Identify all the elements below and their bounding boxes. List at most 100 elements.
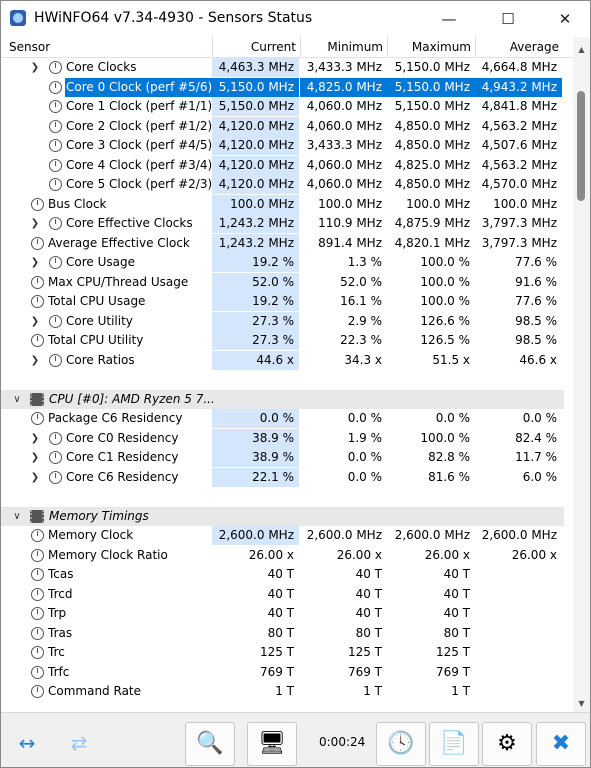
sensor-row-selected[interactable]: Core 0 Clock (perf #5/6) 5,150.0 MHz 4,8…: [1, 77, 564, 98]
sensor-label: Core C0 Residency: [66, 430, 179, 445]
current-value: 40 T: [212, 565, 299, 584]
chevron-down-icon[interactable]: ∨: [11, 507, 23, 526]
sensor-row[interactable]: ❯ Core Effective Clocks 1,243.2 MHz 110.…: [1, 214, 564, 234]
average-value: [475, 682, 562, 701]
sensor-label: Core 4 Clock (perf #3/4): [66, 157, 213, 172]
sensor-label: Core Clocks: [66, 60, 137, 74]
sensor-row[interactable]: ❯ Core Utility 27.3 % 2.9 % 126.6 % 98.5…: [1, 311, 564, 332]
current-column-header[interactable]: Current: [212, 37, 300, 57]
sensor-row[interactable]: ❯ Core C6 Residency 22.1 % 0.0 % 81.6 % …: [1, 467, 564, 488]
minimize-button[interactable]: —: [426, 1, 472, 37]
sensor-row[interactable]: Package C6 Residency 0.0 % 0.0 % 0.0 % 0…: [1, 409, 564, 429]
current-value: 26.00 x: [212, 545, 299, 565]
sensor-row[interactable]: ❯ Core C0 Residency 38.9 % 1.9 % 100.0 %…: [1, 428, 564, 449]
gear-icon[interactable]: ⚙: [482, 722, 532, 766]
clock-icon[interactable]: 🕓: [376, 722, 426, 766]
search-icon[interactable]: 🔍: [185, 722, 235, 766]
sensor-row[interactable]: Bus Clock 100.0 MHz 100.0 MHz 100.0 MHz …: [1, 194, 564, 215]
scroll-down-icon[interactable]: ▼: [573, 699, 590, 708]
sensor-row[interactable]: Total CPU Utility 27.3 % 22.3 % 126.5 % …: [1, 331, 564, 351]
maximize-button[interactable]: ☐: [485, 1, 531, 37]
sensor-label: Trp: [48, 606, 67, 620]
chevron-right-icon[interactable]: ❯: [29, 429, 41, 448]
close-icon[interactable]: ✖: [536, 722, 586, 766]
sensor-row[interactable]: Tcas 40 T 40 T 40 T: [1, 565, 564, 585]
sensor-grid[interactable]: ❯ Core Clocks 4,463.3 MHz 3,433.3 MHz 5,…: [1, 58, 573, 712]
chevron-right-icon[interactable]: ❯: [29, 448, 41, 467]
sensor-row[interactable]: Total CPU Usage 19.2 % 16.1 % 100.0 % 77…: [1, 292, 564, 312]
minimum-value: 2,600.0 MHz: [306, 528, 382, 542]
minimum-column-header[interactable]: Minimum: [300, 37, 387, 57]
clock-icon: [31, 587, 44, 601]
sensor-row[interactable]: Trfc 769 T 769 T 769 T: [1, 662, 564, 683]
maximum-value: 26.00 x: [424, 547, 470, 562]
sensor-label: Core 1 Clock (perf #1/1): [66, 99, 213, 113]
sensor-row[interactable]: ❯ Core Ratios 44.6 x 34.3 x 51.5 x 46.6 …: [1, 350, 564, 371]
group-label: Memory Timings: [49, 508, 149, 523]
sensor-row[interactable]: Core 1 Clock (perf #1/1) 5,150.0 MHz 4,0…: [1, 97, 564, 117]
chevron-right-icon[interactable]: ❯: [29, 312, 41, 331]
maximum-value: 80 T: [443, 625, 470, 640]
sensor-row[interactable]: Max CPU/Thread Usage 52.0 % 52.0 % 100.0…: [1, 272, 564, 293]
maximum-value: 125 T: [435, 645, 470, 659]
minimum-value: 16.1 %: [340, 294, 382, 308]
sensor-row[interactable]: Trp 40 T 40 T 40 T: [1, 604, 564, 624]
sensor-group-cpu[interactable]: ∨ CPU [#0]: AMD Ryzen 5 7...: [1, 389, 564, 410]
clock-icon: [31, 685, 44, 698]
sensor-row[interactable]: Trc 125 T 125 T 125 T: [1, 643, 564, 663]
close-window-button[interactable]: ✕: [542, 1, 588, 37]
clock-icon: [31, 529, 44, 542]
average-value: 11.7 %: [515, 450, 557, 464]
scroll-up-icon[interactable]: ▲: [573, 45, 590, 54]
vertical-scrollbar[interactable]: ▲ ▼: [573, 37, 590, 712]
report-add-icon[interactable]: 📄: [429, 722, 479, 766]
sensor-row[interactable]: Tras 80 T 80 T 80 T: [1, 623, 564, 644]
minimum-value: 4,825.0 MHz: [300, 77, 387, 97]
sensor-row[interactable]: Memory Clock Ratio 26.00 x 26.00 x 26.00…: [1, 545, 564, 566]
scrollbar-thumb[interactable]: [577, 91, 585, 201]
chevron-right-icon[interactable]: ❯: [29, 351, 41, 370]
minimum-value: 125 T: [347, 645, 382, 659]
maximum-value: 40 T: [443, 567, 470, 581]
clock-icon: [31, 646, 44, 659]
sensor-row[interactable]: Core 2 Clock (perf #1/2) 4,120.0 MHz 4,0…: [1, 116, 564, 137]
sensor-row[interactable]: Core 3 Clock (perf #4/5) 4,120.0 MHz 3,4…: [1, 136, 564, 156]
minimum-value: 110.9 MHz: [318, 216, 382, 230]
sensor-label: Core 2 Clock (perf #1/2): [66, 118, 213, 133]
maximum-column-header[interactable]: Maximum: [387, 37, 475, 57]
chevron-right-icon[interactable]: ❯: [29, 253, 41, 272]
sensor-row[interactable]: Command Rate 1 T 1 T 1 T: [1, 682, 564, 702]
sensor-label: Average Effective Clock: [48, 235, 190, 250]
sensor-row[interactable]: Core 5 Clock (perf #2/3) 4,120.0 MHz 4,0…: [1, 175, 564, 195]
chevron-right-icon[interactable]: ❯: [29, 468, 41, 487]
sensor-label: Tras: [48, 625, 73, 640]
expand-arrows-icon[interactable]: ↔: [3, 722, 51, 764]
current-value: 1 T: [212, 682, 299, 701]
current-value: 40 T: [212, 604, 299, 623]
sensor-row[interactable]: Average Effective Clock 1,243.2 MHz 891.…: [1, 233, 564, 254]
sensor-column-header[interactable]: Sensor: [1, 37, 212, 57]
chevron-right-icon[interactable]: ❯: [29, 214, 41, 233]
clock-icon: [31, 412, 44, 425]
chevron-down-icon[interactable]: ∨: [11, 390, 23, 409]
minimum-value: 1.9 %: [347, 430, 382, 445]
minimum-value: 40 T: [355, 586, 382, 601]
sensor-row[interactable]: Memory Clock 2,600.0 MHz 2,600.0 MHz 2,6…: [1, 526, 564, 546]
sensor-row[interactable]: ❯ Core Clocks 4,463.3 MHz 3,433.3 MHz 5,…: [1, 58, 564, 78]
average-column-header[interactable]: Average: [475, 37, 563, 57]
network-icon[interactable]: 🖥: [247, 722, 297, 766]
chevron-down-icon[interactable]: ❯: [29, 58, 41, 77]
average-value: 91.6 %: [515, 274, 557, 289]
maximum-value: 5,150.0 MHz: [394, 99, 470, 113]
sensor-row[interactable]: ❯ Core C1 Residency 38.9 % 0.0 % 82.8 % …: [1, 448, 564, 468]
collapse-arrows-icon[interactable]: ⇄: [55, 722, 103, 764]
minimum-value: 26.00 x: [336, 547, 382, 562]
maximum-value: 4,820.1 MHz: [394, 235, 470, 250]
sensor-group-memory[interactable]: ∨ Memory Timings: [1, 506, 564, 527]
sensor-row[interactable]: ❯ Core Usage 19.2 % 1.3 % 100.0 % 77.6 %: [1, 253, 564, 273]
title-bar[interactable]: HWiNFO64 v7.34-4930 - Sensors Status — ☐…: [1, 1, 590, 37]
sensor-row[interactable]: Trcd 40 T 40 T 40 T: [1, 584, 564, 605]
maximum-value: 100.0 MHz: [406, 196, 470, 211]
current-value: 38.9 %: [212, 448, 299, 467]
sensor-row[interactable]: Core 4 Clock (perf #3/4) 4,120.0 MHz 4,0…: [1, 155, 564, 176]
